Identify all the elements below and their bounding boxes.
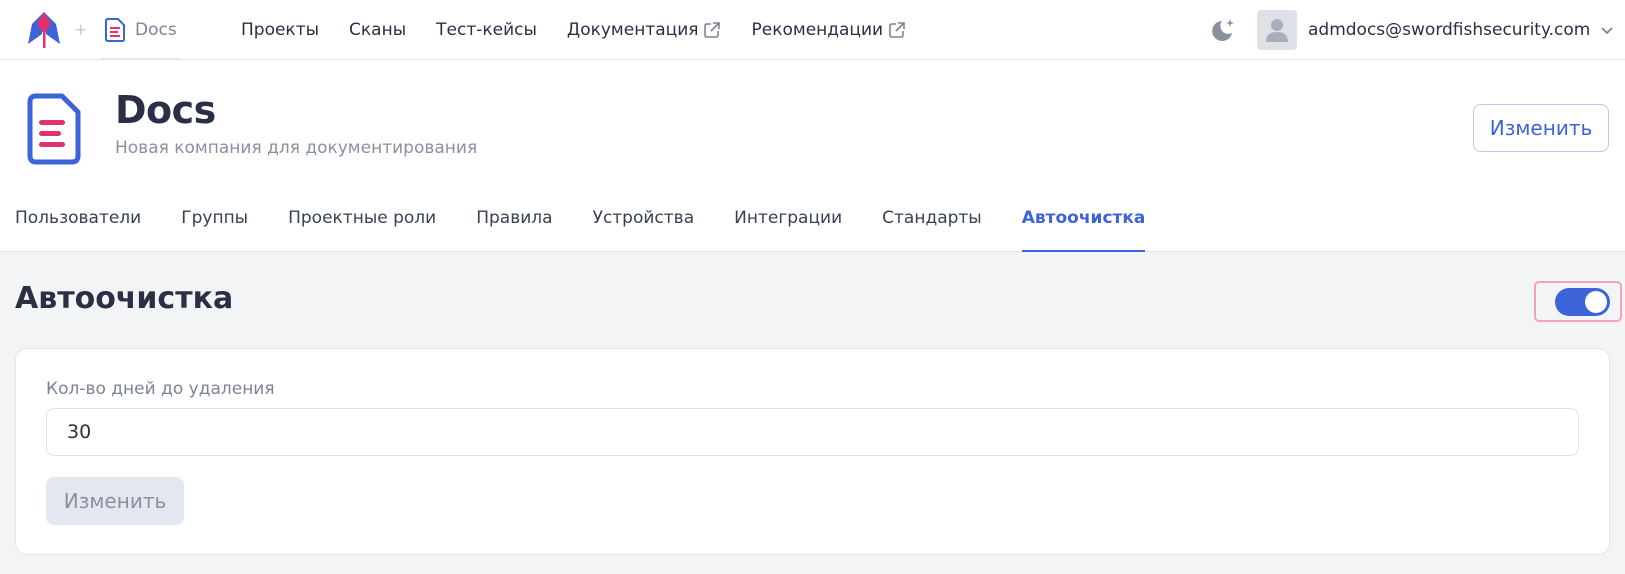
chevron-down-icon <box>1601 27 1613 35</box>
avatar[interactable] <box>1257 10 1297 50</box>
nav-label: Рекомендации <box>751 20 884 40</box>
tab-devices[interactable]: Устройства <box>593 200 695 252</box>
tab-users[interactable]: Пользователи <box>15 200 141 252</box>
days-field-label: Кол-во дней до удаления <box>46 379 275 399</box>
main-nav: Проекты Сканы Тест-кейсы Документация Ре… <box>241 0 936 60</box>
tab-integrations[interactable]: Интеграции <box>734 200 842 252</box>
company-tabs: Пользователи Группы Проектные роли Прави… <box>15 200 1185 252</box>
page-title: Docs <box>115 88 216 132</box>
tab-rules[interactable]: Правила <box>476 200 552 252</box>
tab-groups[interactable]: Группы <box>181 200 248 252</box>
nav-label: Проекты <box>241 20 320 40</box>
tab-project-roles[interactable]: Проектные роли <box>288 200 436 252</box>
user-icon <box>1266 19 1288 42</box>
breadcrumb-label: Docs <box>135 20 177 40</box>
external-link-icon <box>704 22 721 38</box>
autoclean-toggle[interactable] <box>1555 288 1610 316</box>
brand-logo-icon[interactable] <box>24 10 64 50</box>
autoclean-settings-card: Кол-во дней до удаления Изменить <box>15 348 1610 555</box>
edit-company-button[interactable]: Изменить <box>1473 104 1609 152</box>
breadcrumb-separator: + <box>74 20 88 39</box>
breadcrumb-company[interactable]: Docs <box>104 14 177 46</box>
nav-item-projects[interactable]: Проекты <box>241 20 319 40</box>
user-menu[interactable]: admdocs@swordfishsecurity.com <box>1308 16 1614 44</box>
external-link-icon <box>889 22 905 38</box>
moon-icon[interactable] <box>1208 16 1236 44</box>
nav-label: Тест-кейсы <box>436 20 537 40</box>
save-autoclean-button[interactable]: Изменить <box>46 477 184 525</box>
tab-autoclean[interactable]: Автоочистка <box>1021 200 1145 252</box>
nav-label: Документация <box>566 20 699 40</box>
nav-item-scans[interactable]: Сканы <box>349 20 406 40</box>
nav-item-recommendations[interactable]: Рекомендации <box>751 20 906 40</box>
company-header: Docs Новая компания для документирования… <box>0 60 1625 252</box>
company-document-icon <box>27 93 81 165</box>
top-navigation-bar: + Docs Проекты Сканы Тест-кейсы Документ… <box>0 0 1625 60</box>
days-input[interactable] <box>46 408 1579 456</box>
toggle-knob <box>1585 291 1607 313</box>
nav-label: Сканы <box>349 20 407 40</box>
tab-standards[interactable]: Стандарты <box>882 200 982 252</box>
user-email: admdocs@swordfishsecurity.com <box>1308 20 1591 40</box>
nav-item-test-cases[interactable]: Тест-кейсы <box>436 20 537 40</box>
nav-item-documentation[interactable]: Документация <box>567 20 722 40</box>
section-title: Автоочистка <box>15 281 234 316</box>
document-icon <box>105 18 125 42</box>
company-description: Новая компания для документирования <box>115 138 478 158</box>
